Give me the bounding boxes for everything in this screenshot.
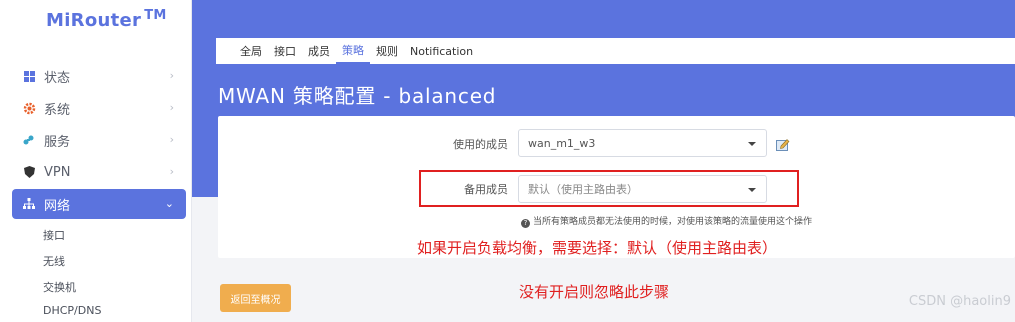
sidebar-item-label: VPN xyxy=(44,164,71,180)
sidebar-subitem-switch[interactable]: 交换机 xyxy=(43,279,76,295)
question-icon: ? xyxy=(521,219,530,228)
chevron-right-icon: › xyxy=(169,101,174,114)
tab-rules[interactable]: 规则 xyxy=(370,38,404,64)
sidebar-item-label: 系统 xyxy=(44,102,71,118)
gear-icon xyxy=(22,101,36,115)
chevron-down-icon: ⌄ xyxy=(164,197,174,210)
tab-members[interactable]: 成员 xyxy=(302,38,336,64)
dashboard-icon xyxy=(22,69,36,83)
sidebar-subitem-interfaces[interactable]: 接口 xyxy=(43,227,65,243)
sidebar-subitem-dhcp-dns[interactable]: DHCP/DNS xyxy=(43,304,101,317)
annotation-note-2: 没有开启则忽略此步骤 xyxy=(519,283,670,301)
sidebar-item-label: 状态 xyxy=(44,70,71,86)
sidebar-item-status[interactable]: 状态 › xyxy=(12,61,186,91)
annotation-note-1: 如果开启负载均衡，需要选择：默认（使用主路由表） xyxy=(417,239,778,257)
shield-icon xyxy=(22,165,36,179)
fallback-member-select[interactable]: 默认（使用主路由表） xyxy=(518,175,767,203)
sidebar-item-vpn[interactable]: VPN › xyxy=(12,157,186,187)
sidebar-item-services[interactable]: 服务 › xyxy=(12,125,186,155)
caret-down-icon xyxy=(748,142,756,146)
fallback-member-label: 备用成员 xyxy=(464,183,508,196)
tab-interfaces[interactable]: 接口 xyxy=(268,38,302,64)
network-icon xyxy=(22,197,36,211)
chevron-right-icon: › xyxy=(169,133,174,146)
fallback-hint: ? 当所有策略成员都无法使用的时候，对使用该策略的流量使用这个操作 xyxy=(521,214,812,228)
brand-logo[interactable]: MiRouter TM xyxy=(46,8,167,31)
brand-tm: TM xyxy=(144,8,167,23)
sidebar-subitem-wireless[interactable]: 无线 xyxy=(43,253,65,269)
hint-text: 当所有策略成员都无法使用的时候，对使用该策略的流量使用这个操作 xyxy=(533,217,813,227)
members-used-value: wan_m1_w3 xyxy=(528,136,596,150)
fallback-member-value: 默认（使用主路由表） xyxy=(528,183,638,196)
page-title: MWAN 策略配置 - balanced xyxy=(218,84,497,108)
puzzle-icon xyxy=(22,133,36,147)
tab-policies[interactable]: 策略 xyxy=(336,38,370,64)
chevron-right-icon: › xyxy=(169,165,174,178)
sidebar-item-label: 服务 xyxy=(44,134,71,150)
sidebar: MiRouter TM 状态 › 系统 › 服务 › VPN › 网络 ⌄ 接口… xyxy=(0,0,192,322)
brand-name: MiRouter xyxy=(46,10,142,31)
tab-bar: 全局 接口 成员 策略 规则 Notification xyxy=(216,38,1015,64)
sidebar-item-system[interactable]: 系统 › xyxy=(12,93,186,123)
tab-global[interactable]: 全局 xyxy=(234,38,268,64)
members-used-select[interactable]: wan_m1_w3 xyxy=(518,129,767,157)
chevron-right-icon: › xyxy=(169,69,174,82)
caret-down-icon xyxy=(748,188,756,192)
edit-icon[interactable] xyxy=(776,136,790,151)
sidebar-item-label: 网络 xyxy=(44,198,71,214)
tab-notification[interactable]: Notification xyxy=(404,38,479,64)
back-to-overview-button[interactable]: 返回至概况 xyxy=(220,284,291,312)
watermark: CSDN @haolin9 xyxy=(908,294,1011,309)
members-used-label: 使用的成员 xyxy=(453,138,508,151)
sidebar-item-network[interactable]: 网络 ⌄ xyxy=(12,189,186,219)
